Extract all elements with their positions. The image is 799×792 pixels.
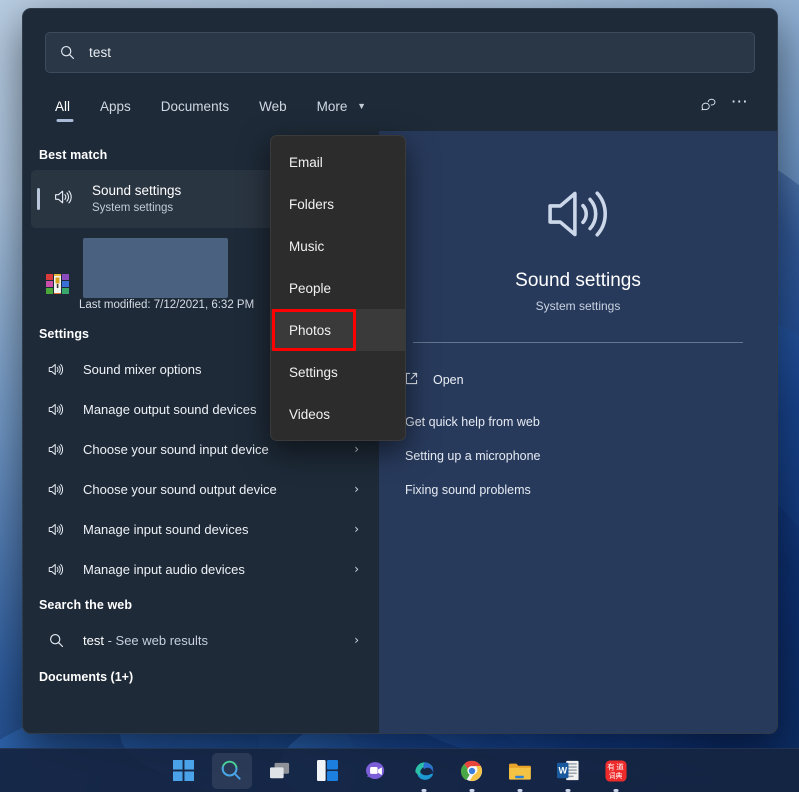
dropdown-item-videos[interactable]: Videos (271, 393, 405, 435)
tab-all-label: All (55, 99, 71, 114)
preview-panel: Sound settings System settings Open Get … (379, 131, 777, 733)
tab-web-label: Web (259, 99, 287, 114)
word-button[interactable]: W (548, 753, 588, 789)
file-thumbnail-redaction (83, 238, 228, 298)
chevron-right-icon: › (354, 442, 359, 456)
open-action[interactable]: Open (404, 363, 777, 397)
web-result-query: test (83, 632, 104, 648)
dropdown-item-email[interactable]: Email (271, 141, 405, 183)
youdao-button[interactable]: 有 道 词典 (596, 753, 636, 789)
chrome-button[interactable] (452, 753, 492, 789)
speaker-icon (45, 442, 67, 457)
web-result-row[interactable]: test - See web results › (31, 620, 371, 660)
preview-links: Get quick help from web Setting up a mic… (404, 405, 777, 507)
file-explorer-button[interactable] (500, 753, 540, 789)
widgets-button[interactable] (308, 753, 348, 789)
preview-inner: Sound settings System settings Open Get … (379, 131, 777, 733)
preview-title: Sound settings (515, 270, 641, 291)
dropdown-item-folders[interactable]: Folders (271, 183, 405, 225)
feedback-icon[interactable] (693, 89, 723, 119)
task-view-button[interactable] (260, 753, 300, 789)
chevron-right-icon: › (354, 633, 359, 647)
svg-text:有: 有 (607, 761, 615, 771)
open-action-label: Open (433, 373, 464, 387)
speaker-icon (53, 188, 74, 211)
edge-button[interactable] (404, 753, 444, 789)
documents-section-header: Documents (1+) (39, 670, 134, 684)
search-box-container: test (23, 9, 777, 73)
preview-link[interactable]: Setting up a microphone (404, 439, 777, 473)
svg-text:词典: 词典 (608, 770, 622, 779)
result-row[interactable]: Choose your sound output device › (31, 469, 371, 509)
tab-apps-label: Apps (100, 99, 131, 114)
tab-apps[interactable]: Apps (86, 93, 145, 125)
best-match-subtitle: System settings (92, 202, 174, 215)
open-external-icon (404, 371, 419, 389)
preview-actions: Open Get quick help from web Setting up … (379, 363, 777, 507)
speaker-icon (45, 482, 67, 497)
tab-more-label: More (316, 99, 348, 114)
file-modified-label: Last modified: 7/12/2021, 6:32 PM (79, 299, 255, 311)
filter-tabs: All Apps Documents Web More ▼ ⋯ (23, 73, 777, 125)
web-result-label: test - See web results (83, 633, 338, 648)
search-input-value: test (89, 45, 112, 60)
speaker-icon (45, 402, 67, 417)
dropdown-item-photos[interactable]: Photos (271, 309, 405, 351)
best-match-title: Sound settings (92, 182, 182, 198)
result-row[interactable]: Manage input audio devices › (31, 549, 371, 589)
result-label: Choose your sound input device (83, 441, 269, 457)
result-row[interactable]: Manage input sound devices › (31, 509, 371, 549)
ellipsis-icon[interactable]: ⋯ (725, 89, 755, 119)
preview-link[interactable]: Get quick help from web (404, 405, 777, 439)
speaker-icon (45, 562, 67, 577)
speaker-icon (540, 183, 616, 250)
result-label: Manage input audio devices (83, 561, 245, 577)
dropdown-item-settings[interactable]: Settings (271, 351, 405, 393)
preview-link[interactable]: Fixing sound problems (404, 473, 777, 507)
taskbar: W 有 道 词典 (0, 748, 799, 792)
speaker-icon (45, 522, 67, 537)
search-web-header: Search the web (39, 598, 133, 612)
tab-documents[interactable]: Documents (147, 93, 243, 125)
tab-documents-label: Documents (160, 99, 230, 114)
search-icon (45, 633, 67, 648)
winrar-archive-icon (45, 272, 71, 301)
more-dropdown-menu: Email Folders Music People Photos Settin… (270, 135, 406, 441)
search-button[interactable] (211, 752, 252, 789)
result-label: Manage input sound devices (83, 521, 249, 537)
preview-subtitle: System settings (535, 299, 621, 313)
tab-web[interactable]: Web (245, 93, 301, 125)
chevron-down-icon: ▼ (357, 101, 367, 111)
tab-more[interactable]: More ▼ (303, 93, 380, 125)
search-input[interactable]: test (45, 32, 755, 73)
preview-divider (413, 342, 743, 343)
svg-text:道: 道 (616, 761, 624, 771)
svg-text:W: W (558, 766, 567, 776)
web-result-suffix: - See web results (103, 632, 209, 648)
chevron-right-icon: › (354, 562, 359, 576)
desktop: test All Apps Documents Web More ▼ ⋯ Bes… (0, 0, 799, 792)
dropdown-item-music[interactable]: Music (271, 225, 405, 267)
dropdown-item-people[interactable]: People (271, 267, 405, 309)
chat-button[interactable] (356, 753, 396, 789)
result-label: Choose your sound output device (83, 481, 277, 497)
best-match-text: Sound settings System settings (92, 182, 181, 216)
search-icon (60, 45, 75, 60)
start-button[interactable] (164, 753, 204, 789)
tab-all[interactable]: All (45, 93, 84, 125)
speaker-icon (45, 362, 67, 377)
chevron-right-icon: › (354, 482, 359, 496)
chevron-right-icon: › (354, 522, 359, 536)
